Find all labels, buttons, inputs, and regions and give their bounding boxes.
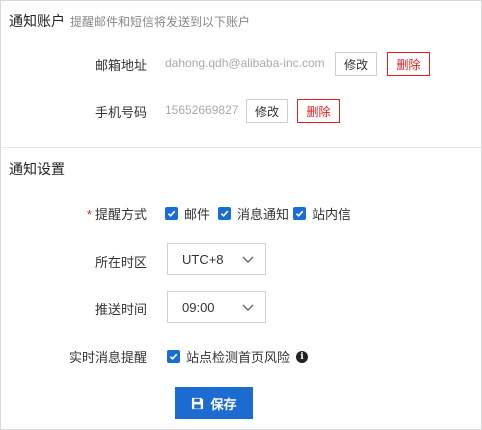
checkbox-site-message[interactable]: 站内信 — [293, 204, 351, 223]
checkbox-message-notification[interactable]: 消息通知 — [218, 204, 289, 223]
phone-value: 15652669827 — [165, 103, 239, 117]
checkbox-homepage-risk-label: 站点检测首页风险 — [186, 350, 291, 365]
checkbox-checked-icon — [165, 207, 178, 220]
reminder-method-label: * 提醒方式 — [86, 207, 147, 222]
checkbox-homepage-risk[interactable]: 站点检测首页风险 i — [167, 347, 309, 366]
phone-edit-button[interactable]: 修改 — [246, 99, 288, 123]
settings-section-title: 通知设置 — [9, 161, 65, 177]
account-section-header: 通知账户 提醒邮件和短信将发送到以下账户 — [9, 11, 250, 31]
checkbox-message-notification-label: 消息通知 — [237, 207, 290, 222]
required-marker: * — [86, 207, 92, 222]
email-delete-button[interactable]: 删除 — [387, 52, 430, 76]
checkbox-email-label: 邮件 — [184, 207, 211, 222]
phone-delete-button[interactable]: 删除 — [297, 99, 340, 123]
email-label: 邮箱地址 — [94, 58, 147, 73]
save-icon — [192, 397, 204, 409]
account-section-title: 通知账户 — [9, 13, 65, 29]
chevron-down-icon — [242, 304, 254, 311]
section-divider — [1, 147, 481, 148]
checkbox-site-message-label: 站内信 — [312, 207, 352, 222]
email-edit-button[interactable]: 修改 — [335, 52, 377, 76]
account-section-description: 提醒邮件和短信将发送到以下账户 — [70, 15, 251, 29]
email-value: dahong.qdh@alibaba-inc.com — [165, 56, 325, 70]
checkbox-checked-icon — [167, 350, 180, 363]
checkbox-checked-icon — [218, 207, 231, 220]
timezone-label: 所在时区 — [94, 255, 147, 270]
realtime-alert-label: 实时消息提醒 — [68, 350, 147, 365]
checkbox-checked-icon — [293, 207, 306, 220]
timezone-value: UTC+8 — [182, 251, 224, 267]
save-button[interactable]: 保存 — [175, 387, 253, 419]
notification-settings-panel: 通知账户 提醒邮件和短信将发送到以下账户 邮箱地址 dahong.qdh@ali… — [0, 0, 482, 430]
checkbox-email[interactable]: 邮件 — [165, 204, 210, 223]
push-time-label: 推送时间 — [94, 302, 147, 317]
save-button-label: 保存 — [210, 396, 237, 412]
chevron-down-icon — [242, 256, 254, 263]
push-time-value: 09:00 — [182, 299, 215, 315]
push-time-select[interactable]: 09:00 — [167, 291, 266, 323]
info-icon[interactable]: i — [296, 350, 309, 363]
timezone-select[interactable]: UTC+8 — [167, 243, 266, 275]
phone-label: 手机号码 — [94, 105, 147, 120]
